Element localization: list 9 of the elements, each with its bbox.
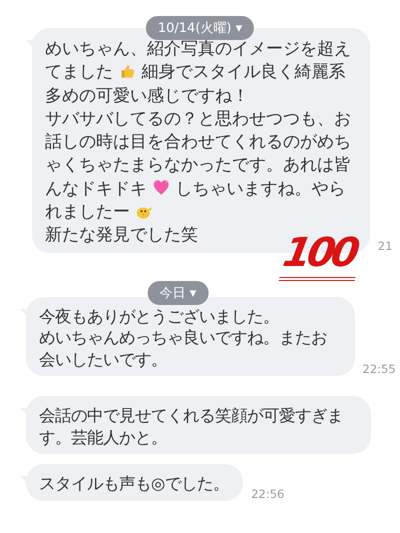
message-text: 会話の中で見せてくれる笑顔が可愛すぎます。芸能人かと。 xyxy=(39,405,344,448)
message-text: スタイルも声も◎でした。 xyxy=(39,473,230,495)
date-pill[interactable]: 10/14(火曜) ▾ xyxy=(146,16,254,40)
message-text: 今夜もありがとうございました。 めいちゃんめっちゃ良いですね。またお会いしたいです。 xyxy=(39,306,328,370)
timestamp: 22:56 xyxy=(251,486,284,501)
heart-icon xyxy=(152,178,170,197)
timestamp: 21 xyxy=(378,238,392,253)
timestamp: 22:55 xyxy=(362,362,396,376)
date-pill[interactable]: 今日 ▾ xyxy=(148,280,208,305)
